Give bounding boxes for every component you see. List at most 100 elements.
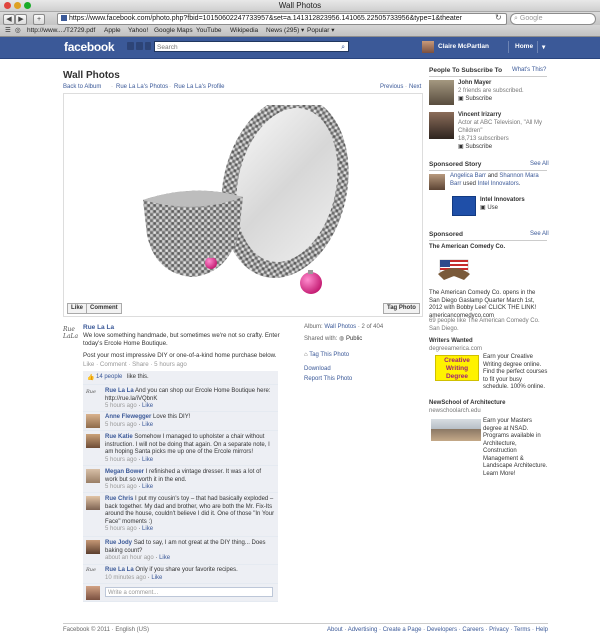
google-search-field[interactable]: ⌕ Google (510, 13, 596, 25)
comment-like-link[interactable]: Like (142, 526, 153, 532)
post-actions[interactable]: Like · Comment · Share · 5 hours ago (83, 361, 285, 369)
close-window-button[interactable] (4, 2, 11, 9)
profile-link[interactable]: Rue La La's Profile (174, 84, 225, 90)
bookmarks-bar: ☰ ◎ http://www..../T2729.pdf Apple Yahoo… (0, 25, 600, 37)
commenter-name[interactable]: Rue Katie (105, 434, 133, 440)
user-name-link[interactable]: Claire McPartlan (438, 43, 489, 50)
commenter-avatar[interactable]: Rue (86, 567, 100, 581)
intel-app-icon[interactable] (452, 196, 476, 216)
comment-like-link[interactable]: Like (142, 403, 153, 409)
messages-icon[interactable] (136, 42, 143, 50)
notifications-icon[interactable] (145, 42, 151, 50)
commenter-name[interactable]: Rue Jody (105, 540, 132, 546)
facebook-logo[interactable]: facebook (64, 40, 115, 54)
next-photo-link[interactable]: Next (409, 84, 421, 90)
suggested-person-name[interactable]: Vincent Irizarry (458, 112, 501, 120)
commenter-name[interactable]: Rue Chris (105, 496, 133, 502)
see-all-link[interactable]: See All (530, 161, 549, 167)
back-button[interactable]: ◀ (3, 14, 15, 25)
comment-time: 5 hours ago (105, 526, 137, 532)
comment-like-link[interactable]: Like (151, 575, 162, 581)
bookmark-google-maps[interactable]: Google Maps (154, 25, 193, 36)
comment-like-link[interactable]: Like (142, 422, 153, 428)
friend-requests-icon[interactable] (127, 42, 134, 50)
forward-button[interactable]: ▶ (15, 14, 27, 25)
intel-use-button[interactable]: ▣ Use (480, 205, 498, 213)
download-link[interactable]: Download (304, 366, 331, 372)
likes-count-link[interactable]: 14 people (96, 374, 122, 380)
commenter-avatar[interactable] (86, 540, 100, 554)
comment-like-link[interactable]: Like (142, 457, 153, 463)
back-to-album-link[interactable]: Back to Album (63, 84, 101, 90)
ad-title[interactable]: NewSchool of Architecture (429, 400, 505, 408)
comment-like-link[interactable]: Like (142, 484, 153, 490)
ad-likes: 69 people like The American Comedy Co. S… (429, 318, 540, 332)
eagle-flag-icon (438, 259, 470, 280)
facebook-search-input[interactable]: Search ⌕ (154, 41, 349, 52)
page-avatar[interactable]: Rue LaLa (63, 326, 79, 340)
user-avatar[interactable] (422, 41, 434, 53)
previous-photo-link[interactable]: Previous (380, 84, 403, 90)
commenter-avatar[interactable]: Rue (86, 389, 100, 403)
ad-title[interactable]: The American Comedy Co. (429, 244, 505, 252)
bookmark-popular[interactable]: Popular ▾ (307, 25, 334, 36)
subscribe-button[interactable]: ▣ Subscribe (458, 96, 492, 104)
photo-comment-button[interactable]: Comment (86, 303, 122, 314)
subscribe-icon: ▣ (458, 144, 464, 150)
bookmark-yahoo[interactable]: Yahoo! (128, 25, 148, 36)
report-photo-link[interactable]: Report This Photo (304, 376, 352, 382)
subscribe-icon: ▣ (458, 96, 464, 102)
architecture-ad-image[interactable] (431, 419, 481, 441)
reload-icon[interactable]: ↻ (495, 13, 502, 22)
heading-text: Sponsored Story (429, 161, 482, 168)
bookmark-apple[interactable]: Apple (104, 25, 121, 36)
bookmark-youtube[interactable]: YouTube (196, 25, 222, 36)
bookmark-wikipedia[interactable]: Wikipedia (230, 25, 258, 36)
whats-this-link[interactable]: What's This? (512, 67, 546, 73)
reading-list-icon[interactable]: ◎ (15, 25, 21, 36)
commenter-avatar[interactable] (86, 469, 100, 483)
commenter-avatar[interactable] (86, 414, 100, 428)
bookmark-news[interactable]: News (295) ▾ (266, 25, 304, 36)
add-bookmark-button[interactable]: + (33, 14, 45, 25)
tag-photo-button[interactable]: Tag Photo (383, 303, 420, 314)
post-author[interactable]: Rue La La (83, 324, 114, 331)
home-link[interactable]: Home (515, 43, 533, 50)
commenter-name[interactable]: Rue La La (105, 567, 134, 573)
ad-title[interactable]: Writers Wanted (429, 338, 473, 346)
commenter-avatar[interactable] (86, 496, 100, 510)
see-all-link[interactable]: See All (530, 231, 549, 237)
story-friend-1[interactable]: Angelica Barr (450, 173, 486, 179)
john-mayer-photo[interactable] (429, 80, 454, 105)
album-link[interactable]: Wall Photos (324, 324, 356, 330)
show-all-bookmarks-icon[interactable]: ☰ (5, 25, 11, 36)
comedy-ad-image[interactable] (434, 256, 474, 284)
footer-copyright[interactable]: Facebook © 2011 · English (US) (63, 627, 149, 633)
comment-like-link[interactable]: Like (159, 555, 170, 561)
commenter-name[interactable]: Megan Bower (105, 469, 144, 475)
main-photo[interactable] (135, 105, 351, 305)
account-menu-icon[interactable]: ▾ (542, 43, 545, 51)
minimize-window-button[interactable] (14, 2, 21, 9)
photo-like-button[interactable]: Like (67, 303, 88, 314)
intel-app-name[interactable]: Intel Innovators (480, 197, 525, 205)
suggested-person-name[interactable]: John Mayer (458, 80, 491, 88)
subscribe-button[interactable]: ▣ Subscribe (458, 144, 492, 152)
comment-input[interactable]: Write a comment... (105, 587, 273, 597)
commenter-name[interactable]: Anne Flewegger (105, 414, 151, 420)
zoom-window-button[interactable] (24, 2, 31, 9)
story-user-photo[interactable] (429, 174, 445, 190)
story-app[interactable]: Intel Innovators (478, 181, 519, 187)
commenter-avatar[interactable] (86, 434, 100, 448)
creative-writing-ad-image[interactable]: Creative Writing Degree (435, 355, 479, 381)
footer-links[interactable]: About · Advertising · Create a Page · De… (327, 627, 548, 633)
shared-label: Shared with: (304, 336, 338, 342)
commenter-name[interactable]: Rue La La (105, 388, 134, 394)
comment-time: 5 hours ago (105, 421, 137, 428)
vincent-irizarry-photo[interactable] (429, 112, 454, 139)
subscribe-label: Subscribe (465, 144, 493, 150)
address-bar[interactable]: https://www.facebook.com/photo.php?fbid=… (57, 13, 507, 25)
photos-link[interactable]: Rue La La's Photos (116, 84, 168, 90)
bookmark-pdf[interactable]: http://www..../T2729.pdf (27, 25, 95, 36)
tag-this-photo-link[interactable]: Tag This Photo (309, 352, 349, 358)
